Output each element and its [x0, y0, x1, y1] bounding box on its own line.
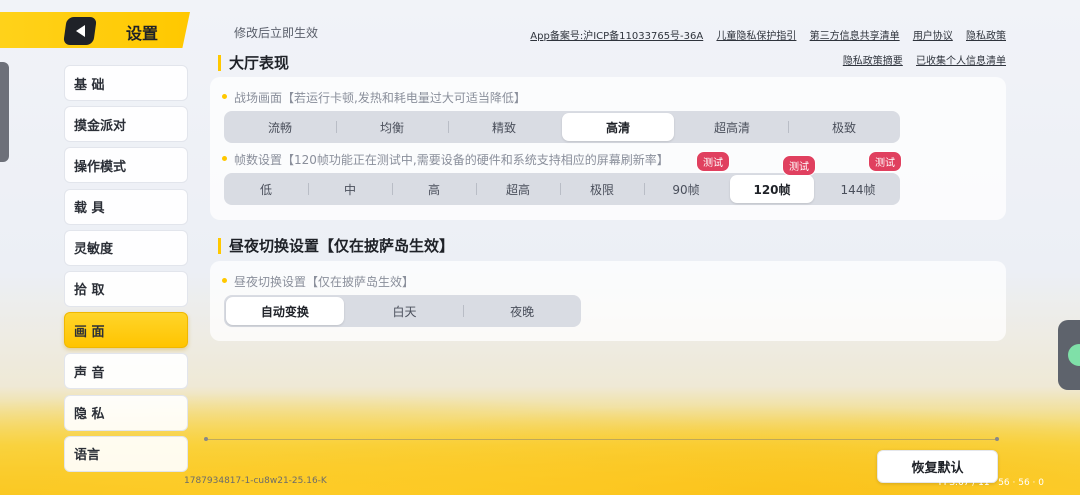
lobby-section-title: 大厅表现 [218, 55, 289, 71]
sidebar-item-language[interactable]: 语言 [64, 435, 188, 472]
daynight-label: 昼夜切换设置【仅在披萨岛生效】 [222, 273, 414, 290]
child-privacy-link[interactable]: 儿童隐私保护指引 [716, 31, 796, 42]
frame-rate-label: 帧数设置【120帧功能正在测试中,需要设备的硬件和系统支持相应的屏幕刷新率】 [222, 151, 669, 168]
test-badge: 测试 [696, 151, 730, 172]
left-edge-handle[interactable] [0, 62, 9, 162]
back-arrow-icon [75, 25, 85, 37]
fps-option-low[interactable]: 低 [224, 173, 308, 205]
back-button[interactable] [63, 17, 97, 45]
privacy-policy-link[interactable]: 隐私政策 [966, 31, 1006, 42]
sidebar-item-control-mode[interactable]: 操作模式 [64, 147, 188, 184]
sidebar-item-party[interactable]: 摸金派对 [64, 106, 188, 143]
floating-ball-icon[interactable] [1068, 344, 1080, 366]
fps-readout: FPS:67 / 11 · 56 · 56 · 0 [938, 478, 1044, 488]
fps-option-144-label: 144帧 [840, 182, 876, 197]
fps-option-90-label: 90帧 [672, 182, 700, 197]
fps-option-120[interactable]: 120帧 测试 [730, 155, 816, 203]
fps-option-120-label: 120帧 [753, 182, 791, 197]
icp-record-link[interactable]: App备案号:沪ICP备11033765号-36A [530, 31, 703, 42]
fps-option-super-high[interactable]: 超高 [476, 173, 560, 205]
sidebar-item-privacy[interactable]: 隐 私 [64, 394, 188, 431]
sidebar-item-sound[interactable]: 声 音 [64, 353, 188, 390]
daynight-section-title: 昼夜切换设置【仅在披萨岛生效】 [218, 238, 454, 254]
privacy-summary-link[interactable]: 隐私政策摘要 [843, 56, 903, 67]
third-party-list-link[interactable]: 第三方信息共享清单 [810, 31, 900, 42]
page-title: 设置 [126, 24, 159, 43]
build-id: 1787934817-1-cu8w21-25.16-K [184, 476, 327, 486]
battle-quality-selector: 流畅 均衡 精致 高清 超高清 极致 [224, 111, 900, 143]
collected-info-link[interactable]: 已收集个人信息清单 [916, 56, 1006, 67]
fps-option-144[interactable]: 144帧 测试 [816, 151, 902, 205]
sidebar-item-pickup[interactable]: 拾 取 [64, 270, 188, 307]
test-badge: 测试 [868, 151, 902, 172]
footer-divider [204, 437, 999, 441]
daynight-option-night[interactable]: 夜晚 [463, 295, 581, 327]
quality-option-extreme[interactable]: 极致 [788, 111, 900, 143]
apply-note: 修改后立即生效 [234, 26, 319, 40]
legal-links: App备案号:沪ICP备11033765号-36A 儿童隐私保护指引 第三方信息… [520, 27, 1006, 67]
sidebar-item-graphics[interactable]: 画 面 [64, 312, 188, 349]
quality-option-fine[interactable]: 精致 [448, 111, 560, 143]
daynight-option-day[interactable]: 白天 [346, 295, 464, 327]
fps-option-high[interactable]: 高 [392, 173, 476, 205]
sidebar-item-basic[interactable]: 基 础 [64, 65, 188, 101]
daynight-option-auto[interactable]: 自动变换 [226, 297, 344, 325]
quality-option-ultra-hd[interactable]: 超高清 [676, 111, 788, 143]
daynight-selector: 自动变换 白天 夜晚 [224, 295, 581, 327]
quality-option-balanced[interactable]: 均衡 [336, 111, 448, 143]
sidebar-item-sensitivity[interactable]: 灵敏度 [64, 229, 188, 266]
fps-option-90[interactable]: 90帧 测试 [644, 151, 730, 205]
user-agreement-link[interactable]: 用户协议 [913, 31, 953, 42]
quality-option-smooth[interactable]: 流畅 [224, 111, 336, 143]
sidebar: 基 础 摸金派对 操作模式 载 具 灵敏度 拾 取 画 面 声 音 隐 私 语言 [64, 65, 188, 477]
fps-option-max[interactable]: 极限 [560, 173, 644, 205]
frame-rate-selector: 低 中 高 超高 极限 90帧 测试 120帧 测试 144帧 测试 [224, 151, 902, 205]
fps-option-mid[interactable]: 中 [308, 173, 392, 205]
test-badge: 测试 [782, 155, 816, 176]
quality-option-hd[interactable]: 高清 [562, 113, 674, 141]
right-edge-handle[interactable] [1058, 320, 1080, 390]
battle-quality-label: 战场画面【若运行卡顿,发热和耗电量过大可适当降低】 [222, 89, 526, 106]
sidebar-item-vehicle[interactable]: 载 具 [64, 188, 188, 225]
